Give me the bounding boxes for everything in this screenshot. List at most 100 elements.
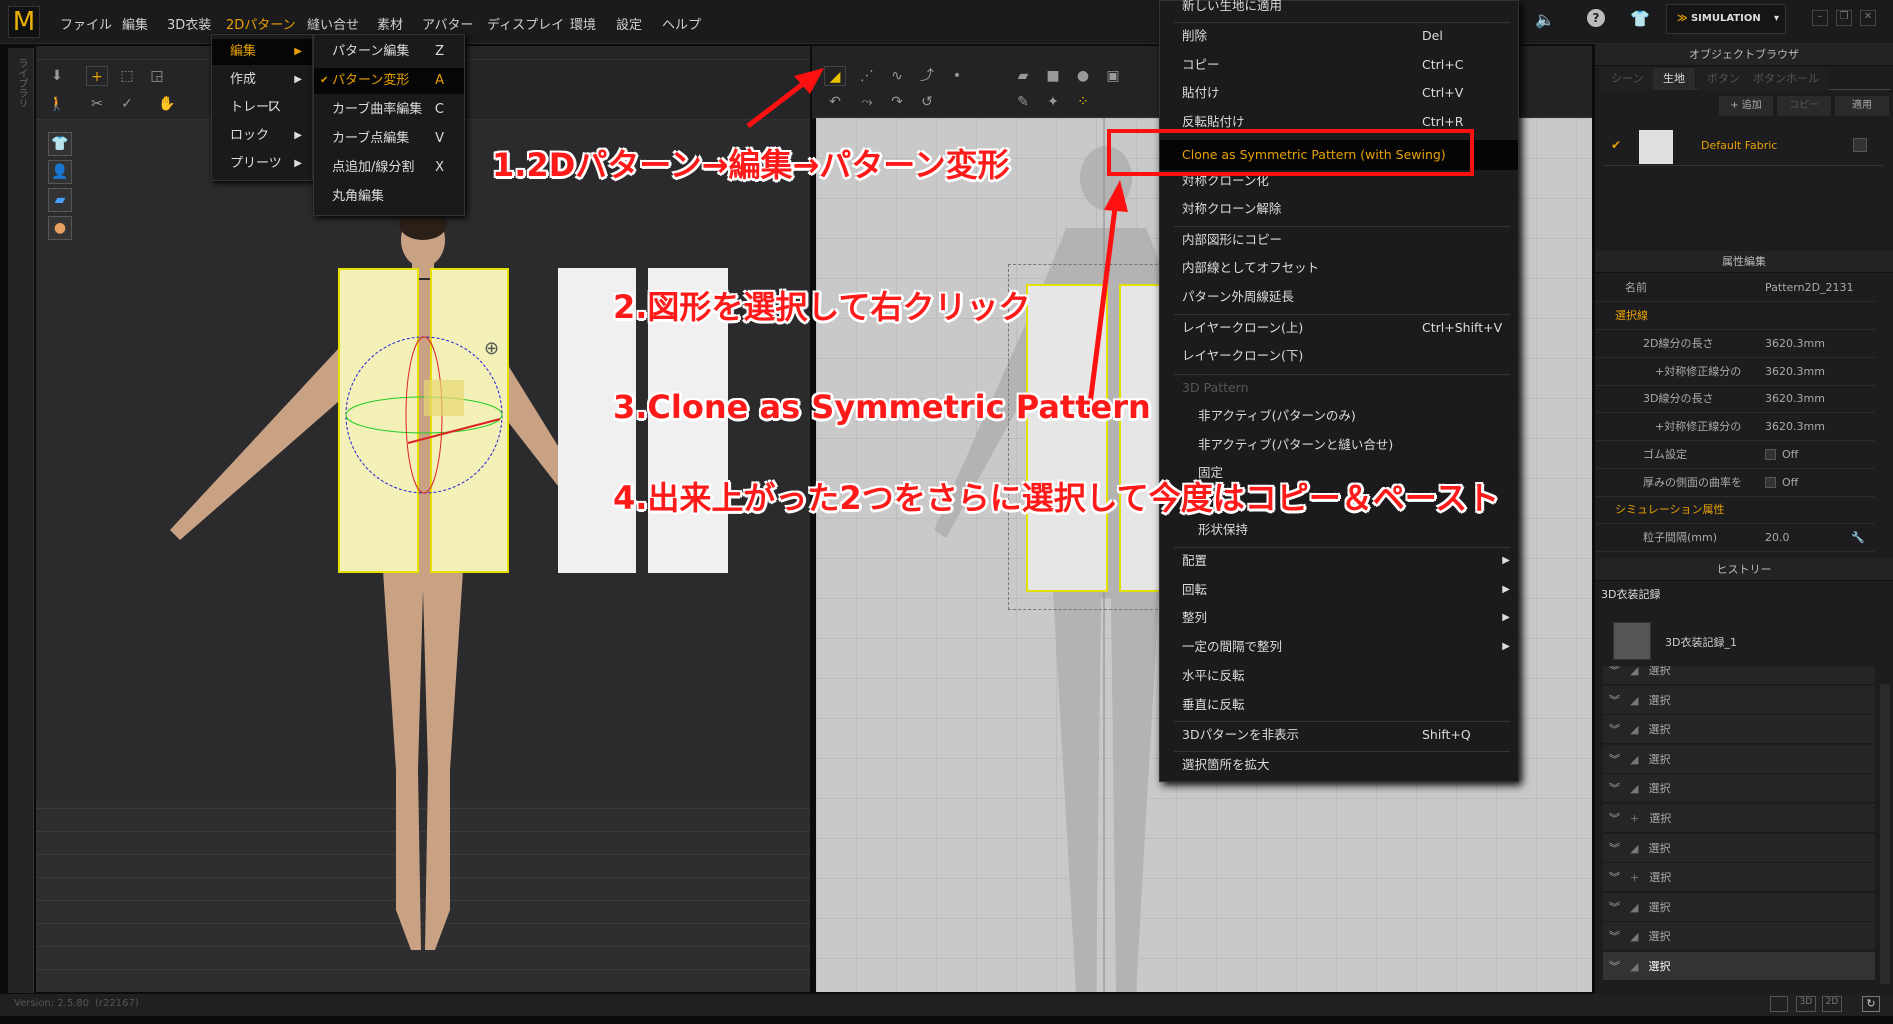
view-2d-button[interactable]: 2D: [1822, 996, 1842, 1012]
context-menu-item[interactable]: 内部線としてオフセット: [1160, 255, 1518, 281]
show-texture-icon[interactable]: ▰: [48, 188, 72, 212]
history-item[interactable]: ︾ + 選択: [1603, 863, 1875, 893]
menu-2d-item[interactable]: ロック ▶: [212, 123, 312, 149]
submenu-edit-item[interactable]: 丸角編集: [314, 184, 464, 210]
skin-icon[interactable]: ●: [48, 216, 72, 240]
property-row[interactable]: 厚みの側面の曲率を Off: [1595, 469, 1875, 497]
context-menu-item[interactable]: 削除 Del: [1160, 23, 1518, 49]
curve-tool-icon[interactable]: ∿: [886, 66, 908, 86]
wrench-icon[interactable]: 🔧: [1851, 524, 1865, 552]
image-tool-icon[interactable]: ▣: [1102, 66, 1124, 86]
submenu-edit-item[interactable]: ✔ パターン変形 A: [314, 68, 464, 94]
context-menu-item[interactable]: パターン外周線延長: [1160, 284, 1518, 310]
menu-3[interactable]: 2Dパターン: [226, 14, 296, 33]
history-item[interactable]: ︾ ◢ 選択: [1603, 744, 1875, 774]
menu-8[interactable]: 環境: [570, 14, 596, 33]
context-menu-item[interactable]: 整列 ▶: [1160, 605, 1518, 631]
context-menu-item[interactable]: レイヤークローン(上) Ctrl+Shift+V: [1160, 315, 1518, 341]
pattern-transform-tool-icon[interactable]: ◢: [824, 66, 846, 86]
submenu-edit-item[interactable]: カーブ曲率編集 C: [314, 97, 464, 123]
view-3d-button[interactable]: 3D: [1796, 996, 1816, 1012]
context-menu-item[interactable]: 形状保持: [1160, 517, 1518, 543]
sew-tool-icon[interactable]: ↶: [824, 92, 846, 112]
checkbox[interactable]: [1765, 477, 1776, 488]
garment-tool-icon[interactable]: ✂: [86, 94, 108, 114]
context-menu-item[interactable]: 配置 ▶: [1160, 548, 1518, 574]
avatar-pose-tool-icon[interactable]: 🚶: [46, 94, 68, 114]
simulation-button[interactable]: ≫ SIMULATION ▾: [1666, 4, 1786, 34]
volume-icon[interactable]: 🔈: [1535, 10, 1555, 29]
circle-tool-icon[interactable]: ●: [1072, 66, 1094, 86]
maximize-button[interactable]: ❐: [1836, 10, 1852, 26]
crosshair-icon[interactable]: ⊕: [484, 338, 499, 359]
add-point-tool-icon[interactable]: •: [946, 66, 968, 86]
pin-tool-icon[interactable]: ✋: [156, 94, 178, 114]
checkbox[interactable]: [1765, 449, 1776, 461]
property-row[interactable]: 3D線分の長さ 3620.3mm: [1595, 385, 1875, 414]
context-menu-item[interactable]: 水平に反転: [1160, 663, 1518, 689]
tab-0[interactable]: シーン: [1601, 68, 1654, 90]
menu-1[interactable]: 編集: [122, 14, 148, 33]
fabric-save-icon[interactable]: [1853, 138, 1867, 152]
fabric-item[interactable]: ✔ Default Fabric: [1603, 128, 1883, 166]
menu-2[interactable]: 3D衣装: [167, 14, 211, 33]
object-browser-button-2[interactable]: 適用: [1835, 96, 1889, 116]
menu-2d-item[interactable]: トレース I: [212, 95, 312, 121]
button-tool-icon[interactable]: ⁘: [1072, 92, 1094, 112]
fold-tool-icon[interactable]: ✓: [116, 94, 138, 114]
context-menu-item[interactable]: 垂直に反転: [1160, 692, 1518, 718]
context-menu-item[interactable]: 回転 ▶: [1160, 577, 1518, 603]
show-garment-icon[interactable]: 👕: [48, 132, 72, 156]
tab-1[interactable]: 生地: [1653, 68, 1695, 90]
context-menu-item[interactable]: 非アクティブ(パターンのみ): [1160, 403, 1518, 429]
refresh-icon[interactable]: ↻: [1862, 996, 1880, 1012]
menu-0[interactable]: ファイル: [60, 14, 112, 33]
menu-6[interactable]: アバター: [422, 14, 473, 33]
history-item[interactable]: ︾ ◢ 選択: [1603, 685, 1875, 715]
context-menu-item[interactable]: 非アクティブ(パターンと縫い合せ): [1160, 432, 1518, 458]
object-browser-button-1[interactable]: コピー: [1777, 96, 1831, 116]
history-item[interactable]: ︾ ◢ 選択: [1603, 715, 1875, 745]
history-item[interactable]: ︾ + 選択: [1603, 804, 1875, 833]
history-item[interactable]: ︾ ◢ 選択: [1603, 922, 1875, 952]
context-menu-item[interactable]: 貼付け Ctrl+V: [1160, 80, 1518, 106]
check-sew-tool-icon[interactable]: ↺: [916, 92, 938, 112]
menu-9[interactable]: 設定: [616, 14, 642, 33]
menu-7[interactable]: ディスプレイ: [487, 14, 564, 33]
seam-tool-icon[interactable]: ⤳: [856, 92, 878, 112]
history-item[interactable]: ︾ ◢ 選択: [1603, 892, 1875, 922]
submenu-edit-item[interactable]: カーブ点編集 V: [314, 126, 464, 152]
context-menu-item[interactable]: 選択箇所を拡大: [1160, 752, 1518, 778]
submenu-edit-item[interactable]: 点追加/線分割 X: [314, 155, 464, 181]
gizmo-manipulator[interactable]: [340, 335, 510, 495]
history-item[interactable]: ︾ ◢ 選択: [1603, 774, 1875, 804]
context-menu-item[interactable]: 一定の間隔で整列 ▶: [1160, 634, 1518, 660]
property-row[interactable]: ゴム設定 Off: [1595, 441, 1875, 469]
object-browser-button-0[interactable]: + 追加: [1719, 96, 1773, 116]
menu-10[interactable]: ヘルプ: [662, 14, 701, 33]
pattern-2d-left[interactable]: [1026, 284, 1108, 592]
submenu-edit-item[interactable]: パターン編集 Z: [314, 39, 464, 65]
menu-2d-item[interactable]: 編集 ▶: [212, 39, 312, 65]
history-item[interactable]: ︾ ◢ 選択: [1603, 666, 1875, 685]
menu-4[interactable]: 縫い合せ: [307, 14, 359, 33]
show-avatar-icon[interactable]: 👤: [48, 160, 72, 184]
split-view-button[interactable]: [1770, 996, 1788, 1012]
context-menu-item[interactable]: コピー Ctrl+C: [1160, 52, 1518, 78]
avatar-garment-icon[interactable]: 👕: [1630, 9, 1650, 28]
rectangle-tool-icon[interactable]: ■: [1042, 66, 1064, 86]
history-item[interactable]: ︾ ◢ 選択: [1603, 833, 1875, 863]
help-icon[interactable]: ?: [1587, 9, 1605, 27]
box-select-tool-icon[interactable]: ⬚: [116, 66, 138, 86]
context-menu-item[interactable]: 3Dパターンを非表示 Shift+Q: [1160, 722, 1518, 748]
free-sew-tool-icon[interactable]: ↷: [886, 92, 908, 112]
edit-point-tool-icon[interactable]: ⋰: [856, 66, 878, 86]
property-row[interactable]: +対称修正線分の 3620.3mm: [1595, 358, 1875, 386]
curve-point-tool-icon[interactable]: ⤴: [916, 66, 938, 86]
polygon-tool-icon[interactable]: ▰: [1012, 66, 1034, 86]
select-move-tool-icon[interactable]: +: [86, 66, 108, 86]
transform-tool-icon[interactable]: ◲: [146, 66, 168, 86]
fold-2d-tool-icon[interactable]: ✎: [1012, 92, 1034, 112]
property-row[interactable]: 2D線分の長さ 3620.3mm: [1595, 330, 1875, 358]
arrow-down-tool-icon[interactable]: ⬇: [46, 66, 68, 86]
